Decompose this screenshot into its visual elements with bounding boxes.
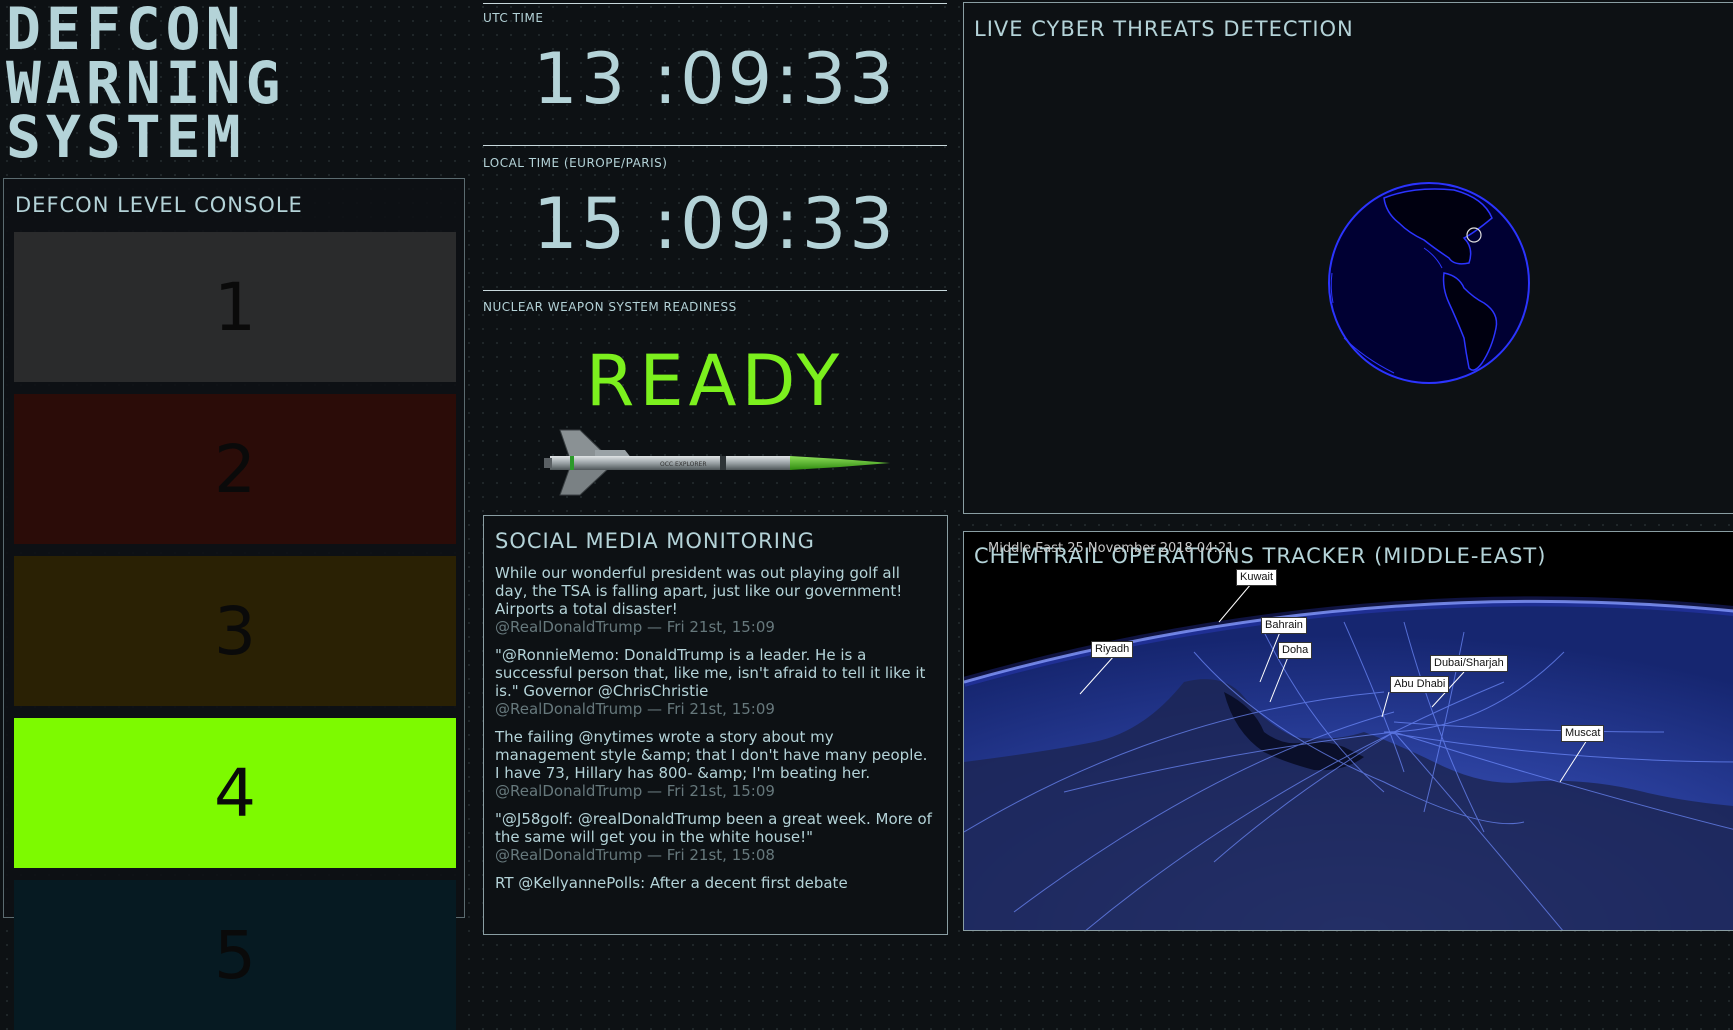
cyber-threats-panel: LIVE CYBER THREATS DETECTION: [963, 2, 1733, 514]
earth-map[interactable]: [964, 532, 1733, 931]
tweet-text: While our wonderful president was out pl…: [495, 564, 903, 618]
city-label-dubai[interactable]: Dubai/Sharjah: [1430, 655, 1508, 672]
tweet-item: RT @KellyannePolls: After a decent first…: [495, 874, 935, 892]
tweet-meta: @RealDonaldTrump — Fri 21st, 15:09: [495, 782, 775, 800]
globe-icon[interactable]: [1324, 178, 1534, 388]
defcon-level-3-button[interactable]: 3: [14, 556, 456, 706]
chemtrail-tracker-panel: CHEMTRAIL OPERATIONS TRACKER (MIDDLE-EAS…: [963, 531, 1733, 931]
defcon-level-label: 5: [214, 916, 256, 994]
defcon-level-label: 3: [214, 592, 256, 670]
tweet-text: "@RonnieMemo: DonaldTrump is a leader. H…: [495, 646, 926, 700]
console-heading: DEFCON LEVEL CONSOLE: [15, 193, 303, 217]
divider: [483, 290, 947, 291]
defcon-level-label: 1: [214, 268, 256, 346]
missile-icon: OCC EXPLORER: [544, 429, 890, 496]
title-line-1: DEFCON: [6, 0, 246, 63]
social-heading: SOCIAL MEDIA MONITORING: [495, 529, 815, 553]
map-overlay-text: Middle East 25 November 2018 04:21: [988, 541, 1235, 556]
utc-time-label: UTC TIME: [483, 11, 544, 25]
tweet-item: The failing @nytimes wrote a story about…: [495, 728, 935, 800]
defcon-level-2-button[interactable]: 2: [14, 394, 456, 544]
defcon-level-4-button[interactable]: 4: [14, 718, 456, 868]
defcon-level-5-button[interactable]: 5: [14, 880, 456, 1030]
city-label-kuwait[interactable]: Kuwait: [1236, 569, 1278, 586]
divider: [483, 3, 947, 4]
tweet-text: "@J58golf: @realDonaldTrump been a great…: [495, 810, 932, 846]
city-label-doha[interactable]: Doha: [1278, 642, 1313, 659]
tweet-text: RT @KellyannePolls: After a decent first…: [495, 874, 848, 892]
city-label-abu-dhabi[interactable]: Abu Dhabi: [1390, 676, 1450, 693]
local-time-label: LOCAL TIME (EUROPE/PARIS): [483, 156, 668, 170]
defcon-level-1-button[interactable]: 1: [14, 232, 456, 382]
threats-heading: LIVE CYBER THREATS DETECTION: [974, 17, 1354, 41]
nuclear-readiness-label: NUCLEAR WEAPON SYSTEM READINESS: [483, 300, 737, 314]
defcon-level-label: 4: [214, 754, 256, 832]
utc-clock: 13 :09:33: [533, 38, 897, 120]
title-line-3: SYSTEM: [6, 103, 246, 171]
tweet-item: "@RonnieMemo: DonaldTrump is a leader. H…: [495, 646, 935, 718]
title-line-2: WARNING: [6, 49, 286, 117]
city-label-muscat[interactable]: Muscat: [1561, 725, 1605, 742]
tweet-text: The failing @nytimes wrote a story about…: [495, 728, 928, 782]
missile-text: OCC EXPLORER: [660, 461, 707, 468]
tweet-item: While our wonderful president was out pl…: [495, 564, 935, 636]
defcon-level-console: DEFCON LEVEL CONSOLE 1 2 3 4 5: [3, 178, 465, 1030]
city-label-bahrain[interactable]: Bahrain: [1261, 617, 1307, 634]
tweet-list[interactable]: While our wonderful president was out pl…: [495, 564, 935, 902]
tweet-meta: @RealDonaldTrump — Fri 21st, 15:09: [495, 618, 775, 636]
tweet-item: "@J58golf: @realDonaldTrump been a great…: [495, 810, 935, 864]
divider: [483, 145, 947, 146]
local-clock: 15 :09:33: [533, 183, 897, 265]
city-label-riyadh[interactable]: Riyadh: [1091, 641, 1134, 658]
tweet-meta: @RealDonaldTrump — Fri 21st, 15:09: [495, 700, 775, 718]
tweet-meta: @RealDonaldTrump — Fri 21st, 15:08: [495, 846, 775, 864]
nuclear-status-text: READY: [585, 340, 845, 422]
social-media-panel: SOCIAL MEDIA MONITORING While our wonder…: [483, 515, 948, 935]
page-title: DEFCON WARNING SYSTEM: [6, 0, 466, 171]
defcon-level-label: 2: [214, 430, 256, 508]
